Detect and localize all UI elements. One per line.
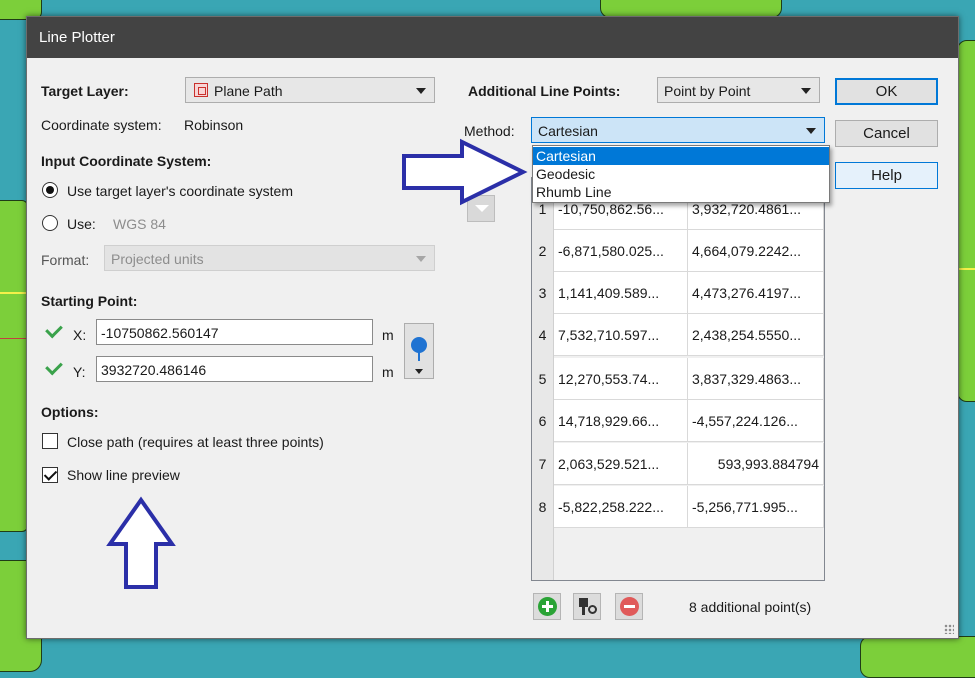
right-arrow-icon (402, 138, 528, 206)
method-option-rhumb-line[interactable]: Rhumb Line (533, 183, 829, 201)
method-dropdown-list[interactable]: Cartesian Geodesic Rhumb Line (532, 145, 830, 203)
method-option-cartesian[interactable]: Cartesian (533, 147, 829, 165)
method-option-geodesic[interactable]: Geodesic (533, 165, 829, 183)
annotation-overlay (106, 138, 528, 589)
up-arrow-icon (106, 496, 176, 589)
